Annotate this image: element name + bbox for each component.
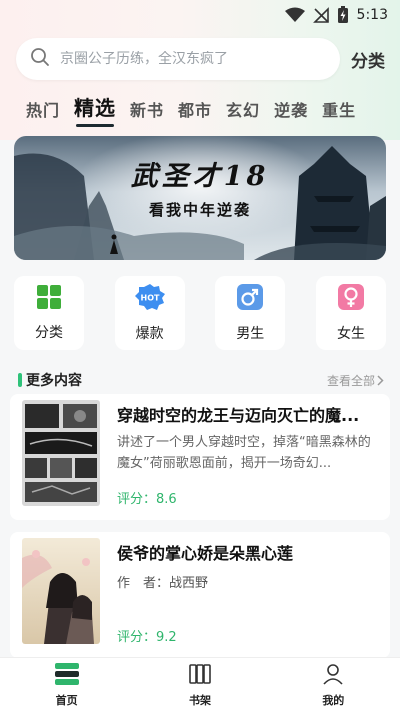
promo-banner[interactable]: 武圣才18 看我中年逆袭 bbox=[14, 136, 386, 260]
tab-counterattack[interactable]: 逆袭 bbox=[274, 97, 308, 121]
category-tabs: 热门 精选 新书 都市 玄幻 逆袭 重生 bbox=[26, 92, 356, 127]
tab-new-books[interactable]: 新书 bbox=[130, 97, 164, 121]
nav-label: 我的 bbox=[322, 693, 345, 707]
nav-profile[interactable]: 我的 bbox=[293, 662, 373, 708]
female-icon bbox=[337, 283, 365, 315]
book-description: 讲述了一个男人穿越时空，掉落“暗黑森林的魔女”荷丽歌恩面前，揭开一场奇幻... bbox=[117, 435, 371, 471]
quick-entry-label: 分类 bbox=[35, 325, 63, 341]
quick-entry-category[interactable]: 分类 bbox=[14, 276, 84, 350]
quick-entry-label: 男生 bbox=[236, 326, 265, 342]
bottom-navigation: 首页 书架 我的 bbox=[0, 657, 400, 711]
battery-charging-icon bbox=[337, 6, 349, 24]
tab-featured[interactable]: 精选 bbox=[74, 92, 116, 127]
quick-entry-hot[interactable]: HOT 爆款 bbox=[114, 276, 185, 350]
quick-entry-grid: 分类 HOT 爆款 男生 女生 bbox=[14, 276, 386, 350]
book-author: 作 者：战西野 bbox=[117, 576, 209, 591]
user-icon bbox=[321, 662, 345, 690]
book-cover bbox=[22, 400, 100, 506]
quick-entry-label: 女生 bbox=[336, 326, 365, 342]
wifi-icon bbox=[284, 7, 305, 23]
status-time: 5:13 bbox=[356, 7, 388, 23]
more-content-header: 更多内容 查看全部 bbox=[18, 370, 384, 390]
book-title: 穿越时空的龙王与迈向灭亡的魔... bbox=[117, 406, 360, 425]
banner-title: 武圣才18 bbox=[130, 161, 270, 192]
book-cover bbox=[22, 538, 100, 644]
nav-bookshelf[interactable]: 书架 bbox=[160, 662, 240, 708]
quick-entry-female[interactable]: 女生 bbox=[315, 276, 386, 350]
search-input[interactable] bbox=[60, 51, 340, 67]
view-all-link[interactable]: 查看全部 bbox=[327, 371, 384, 390]
category-button[interactable]: 分类 bbox=[351, 47, 385, 72]
search-icon bbox=[30, 47, 50, 71]
tab-urban[interactable]: 都市 bbox=[178, 97, 212, 121]
tab-fantasy[interactable]: 玄幻 bbox=[226, 97, 260, 121]
view-all-text: 查看全部 bbox=[326, 373, 375, 388]
status-bar: 5:13 bbox=[0, 0, 400, 30]
home-books-icon bbox=[54, 662, 80, 690]
book-score: 评分：9.2 bbox=[117, 630, 177, 645]
nav-label: 书架 bbox=[188, 693, 211, 707]
book-card[interactable]: 穿越时空的龙王与迈向灭亡的魔... 讲述了一个男人穿越时空，掉落“暗黑森林的魔女… bbox=[10, 394, 390, 520]
quick-entry-male[interactable]: 男生 bbox=[215, 276, 286, 350]
bookshelf-icon bbox=[188, 662, 212, 690]
book-score: 评分：8.6 bbox=[117, 492, 177, 507]
grid-icon bbox=[36, 284, 62, 314]
hot-badge-icon: HOT bbox=[134, 283, 166, 315]
tab-rebirth[interactable]: 重生 bbox=[322, 97, 356, 121]
book-card[interactable]: 侯爷的掌心娇是朵黑心莲 作 者：战西野 评分：9.2 bbox=[10, 532, 390, 658]
book-title: 侯爷的掌心娇是朵黑心莲 bbox=[117, 544, 294, 563]
quick-entry-label: 爆款 bbox=[135, 326, 164, 342]
male-icon bbox=[236, 283, 264, 315]
section-title-text: 更多内容 bbox=[26, 373, 82, 389]
section-accent-bar bbox=[18, 373, 22, 387]
search-box[interactable] bbox=[16, 38, 340, 80]
nav-label: 首页 bbox=[55, 693, 78, 707]
banner-subtitle: 看我中年逆袭 bbox=[148, 201, 251, 219]
nav-home[interactable]: 首页 bbox=[27, 662, 107, 708]
chevron-right-icon bbox=[376, 371, 384, 390]
signal-off-icon bbox=[312, 7, 329, 23]
hot-badge-text: HOT bbox=[140, 294, 159, 303]
section-title: 更多内容 bbox=[18, 370, 82, 390]
search-row: 分类 bbox=[16, 38, 392, 80]
tab-hot[interactable]: 热门 bbox=[26, 97, 60, 121]
